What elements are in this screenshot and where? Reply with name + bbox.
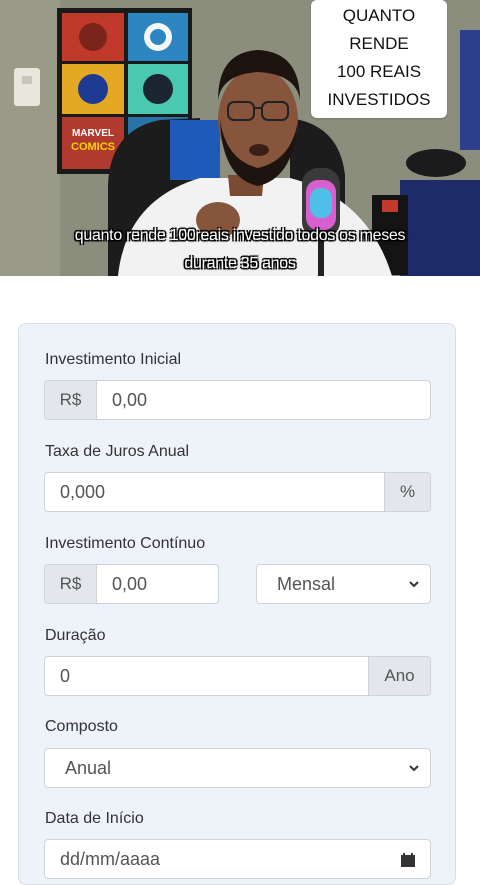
continuous-investment-label: Investimento Contínuo xyxy=(45,535,206,552)
initial-investment-label: Investimento Inicial xyxy=(45,351,182,368)
chevron-down-icon xyxy=(409,765,419,772)
initial-investment-currency-prefix: R$ xyxy=(45,381,97,419)
video-subtitle-line-1: quanto rende 100reais investido todos os… xyxy=(74,227,406,244)
continuous-investment-field[interactable]: R$ 0,00 xyxy=(44,564,219,604)
continuous-investment-currency-prefix: R$ xyxy=(45,565,97,603)
compound-select[interactable]: Anual xyxy=(44,748,431,788)
start-date-label: Data de Início xyxy=(45,810,144,827)
start-date-field[interactable]: dd/mm/aaaa xyxy=(44,839,431,879)
frequency-select-value: Mensal xyxy=(277,573,336,594)
calendar-icon[interactable] xyxy=(400,852,416,868)
video-title-line-1: QUANTO RENDE xyxy=(342,6,416,53)
continuous-investment-value[interactable]: 0,00 xyxy=(112,565,147,603)
poster-text-2: COMICS xyxy=(71,141,115,153)
start-date-value[interactable]: dd/mm/aaaa xyxy=(60,840,160,878)
annual-rate-value[interactable]: 0,000 xyxy=(60,473,105,511)
initial-investment-value[interactable]: 0,00 xyxy=(112,381,147,419)
video-title-box: QUANTO RENDE 100 REAIS INVESTIDOS xyxy=(311,0,447,118)
video-frame[interactable]: MARVEL COMICS QUANTO RENDE 100 REAIS INV… xyxy=(0,0,480,276)
initial-investment-field[interactable]: R$ 0,00 xyxy=(44,380,431,420)
frequency-select[interactable]: Mensal xyxy=(256,564,431,604)
annual-rate-percent-suffix: % xyxy=(384,473,430,511)
duration-field[interactable]: 0 Ano xyxy=(44,656,431,696)
video-subtitle-line-2: durante 35 anos xyxy=(184,255,296,272)
duration-value[interactable]: 0 xyxy=(60,657,70,695)
compound-select-value: Anual xyxy=(65,757,112,778)
annual-rate-label: Taxa de Juros Anual xyxy=(45,443,190,460)
calculator-panel: Investimento Inicial R$ 0,00 Taxa de Jur… xyxy=(18,323,456,885)
compound-label: Composto xyxy=(45,718,118,735)
video-title-line-2: 100 REAIS xyxy=(336,62,422,81)
duration-unit-suffix: Ano xyxy=(368,657,430,695)
annual-rate-field[interactable]: 0,000 % xyxy=(44,472,431,512)
video-title-line-3: INVESTIDOS xyxy=(327,90,431,109)
duration-label: Duração xyxy=(45,627,106,644)
poster-text-1: MARVEL xyxy=(72,128,114,139)
chevron-down-icon xyxy=(409,581,419,588)
